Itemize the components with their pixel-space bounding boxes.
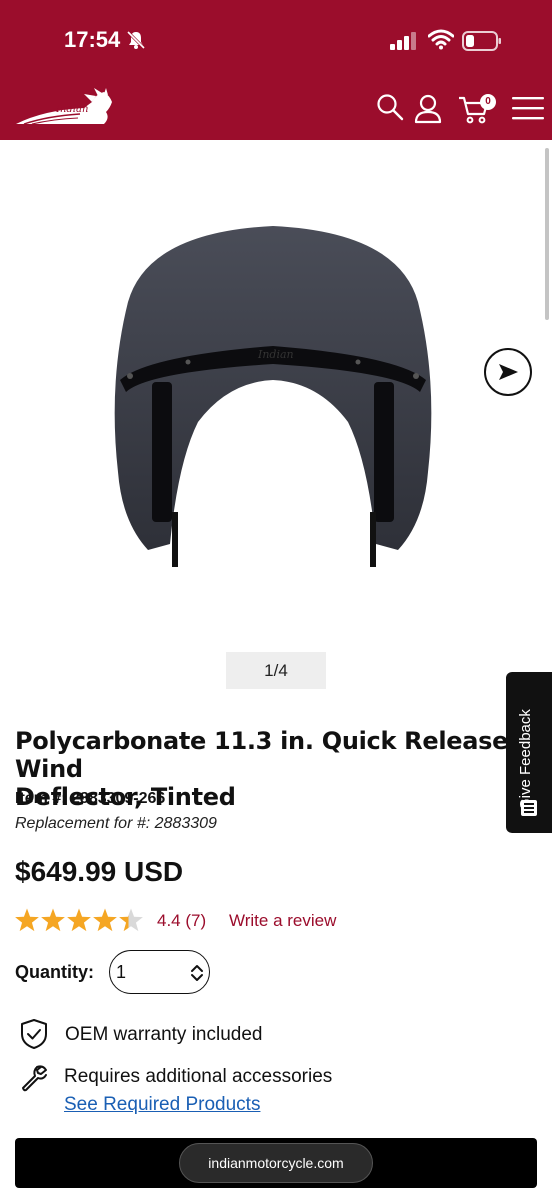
battery-icon [462,31,501,51]
signal-icon [390,32,416,50]
page-scrollbar[interactable] [545,148,549,320]
cart-count-badge: 0 [480,94,496,110]
indian-logo[interactable]: Indian [14,88,114,128]
status-time: 17:54 [64,27,121,52]
quantity-value: 1 [116,962,127,982]
svg-text:Indian: Indian [55,104,88,115]
chevron-up-down-icon [191,965,203,981]
quantity-select[interactable]: 1 [109,950,210,994]
write-review-link[interactable]: Write a review [229,911,336,931]
item-number: Item #: 2883309-266 [15,790,166,807]
see-required-products-link[interactable]: See Required Products [64,1094,260,1116]
next-image-button[interactable] [484,348,532,396]
shield-check-icon [21,1019,47,1049]
accessories-text: Requires additional accessories [64,1066,333,1087]
search-icon[interactable] [376,93,404,121]
warranty-text: OEM warranty included [65,1024,263,1045]
star-icon [93,908,117,932]
menu-icon[interactable] [512,96,544,120]
play-arrow-icon [499,364,518,380]
wrench-icon [22,1065,47,1092]
wifi-icon [428,29,454,50]
product-image[interactable]: Indian [108,222,438,572]
site-header: 17:54 Indian 0 [0,0,552,140]
rating-summary[interactable]: 4.4 (7) [157,911,206,931]
star-icon [119,908,143,932]
browser-url-bar[interactable]: indianmotorcycle.com [179,1143,373,1183]
bell-muted-icon [126,30,146,50]
image-pager: 1/4 [226,652,326,689]
account-icon[interactable] [414,94,442,124]
star-icon [67,908,91,932]
product-price: $649.99 USD [15,856,184,887]
quantity-label: Quantity: [15,962,94,982]
replacement-number: Replacement for #: 2883309 [15,815,217,832]
star-icon [41,908,65,932]
star-rating[interactable] [14,907,149,935]
svg-text:Indian: Indian [257,348,294,361]
star-icon [15,908,39,932]
